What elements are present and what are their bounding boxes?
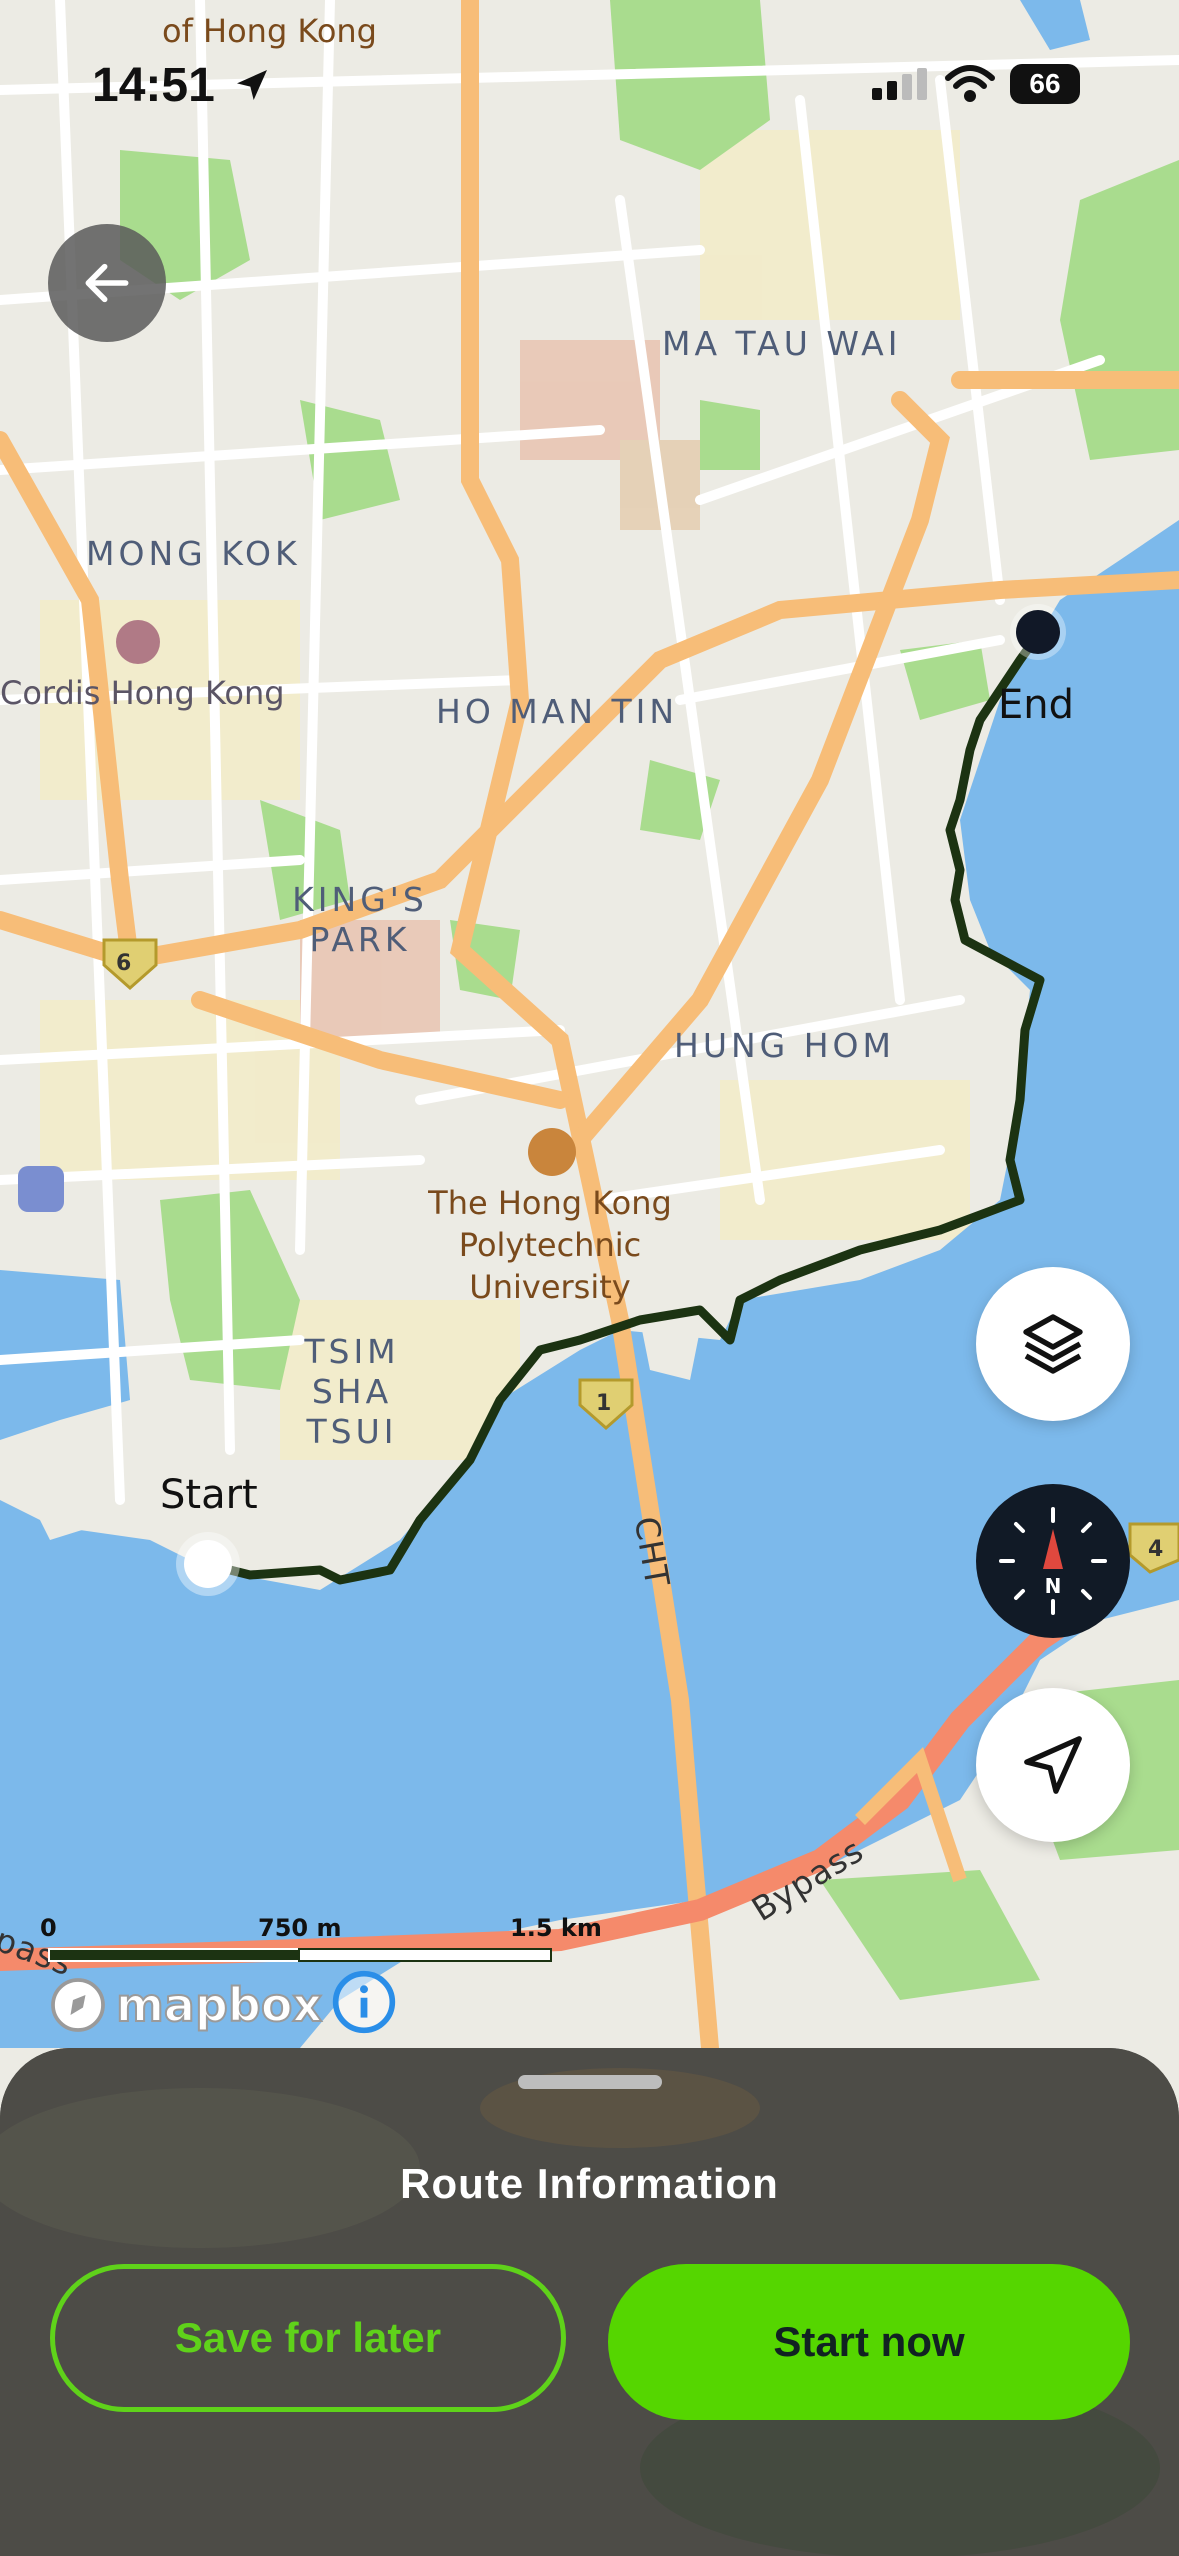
compass-button[interactable]: N xyxy=(976,1484,1130,1638)
map-label-cordis: Cordis Hong Kong xyxy=(0,674,285,712)
mapbox-logo[interactable]: mapbox xyxy=(48,1975,323,2035)
recenter-location-button[interactable] xyxy=(976,1688,1130,1842)
map-label-tsim-sha-tsui: TSIM SHA TSUI xyxy=(304,1332,400,1451)
cellular-signal-icon xyxy=(872,68,927,100)
scale-end: 1.5 km xyxy=(510,1914,602,1942)
info-icon[interactable] xyxy=(330,1968,398,2036)
compass-icon: N xyxy=(999,1507,1107,1615)
location-services-icon xyxy=(237,70,268,100)
scale-zero: 0 xyxy=(40,1914,57,1942)
status-time: 14:51 xyxy=(92,58,272,113)
layers-icon xyxy=(1023,1314,1083,1374)
svg-text:N: N xyxy=(1045,1574,1062,1598)
map-label-polyu: The Hong Kong Polytechnic University xyxy=(428,1184,672,1306)
route-shield-1: 1 xyxy=(596,1391,612,1416)
end-marker-label: End xyxy=(998,682,1075,728)
arrow-left-icon xyxy=(85,263,129,303)
save-for-later-button[interactable]: Save for later xyxy=(50,2264,566,2412)
sheet-title: Route Information xyxy=(400,2160,779,2207)
map-scale-bar: 0 750 m 1.5 km xyxy=(40,1914,620,1974)
back-button[interactable] xyxy=(48,224,166,342)
wifi-icon xyxy=(945,65,995,102)
route-shield-4: 4 xyxy=(1148,1537,1164,1562)
start-now-button[interactable]: Start now xyxy=(608,2264,1130,2420)
layers-button[interactable] xyxy=(976,1267,1130,1421)
map-label-mong-kok: MONG KOK xyxy=(86,534,301,573)
mapbox-mark-icon xyxy=(51,1978,105,2032)
sheet-drag-handle[interactable] xyxy=(518,2075,662,2089)
route-info-sheet: Route Information Save for later Start n… xyxy=(0,2048,1179,2556)
location-arrow-icon xyxy=(1024,1736,1082,1794)
route-shield-6: 6 xyxy=(116,951,132,976)
battery-indicator: 66 xyxy=(1010,64,1080,104)
map-label-ho-man-tin: HO MAN TIN xyxy=(436,692,679,731)
scale-mid: 750 m xyxy=(258,1914,342,1942)
map-label-kings-park: KING'S PARK xyxy=(292,880,428,959)
status-bar: 14:51 66 xyxy=(0,40,1179,130)
map-label-hung-hom: HUNG HOM xyxy=(674,1026,895,1065)
map-label-ma-tau-wai: MA TAU WAI xyxy=(662,324,902,363)
start-marker-label: Start xyxy=(160,1472,258,1518)
